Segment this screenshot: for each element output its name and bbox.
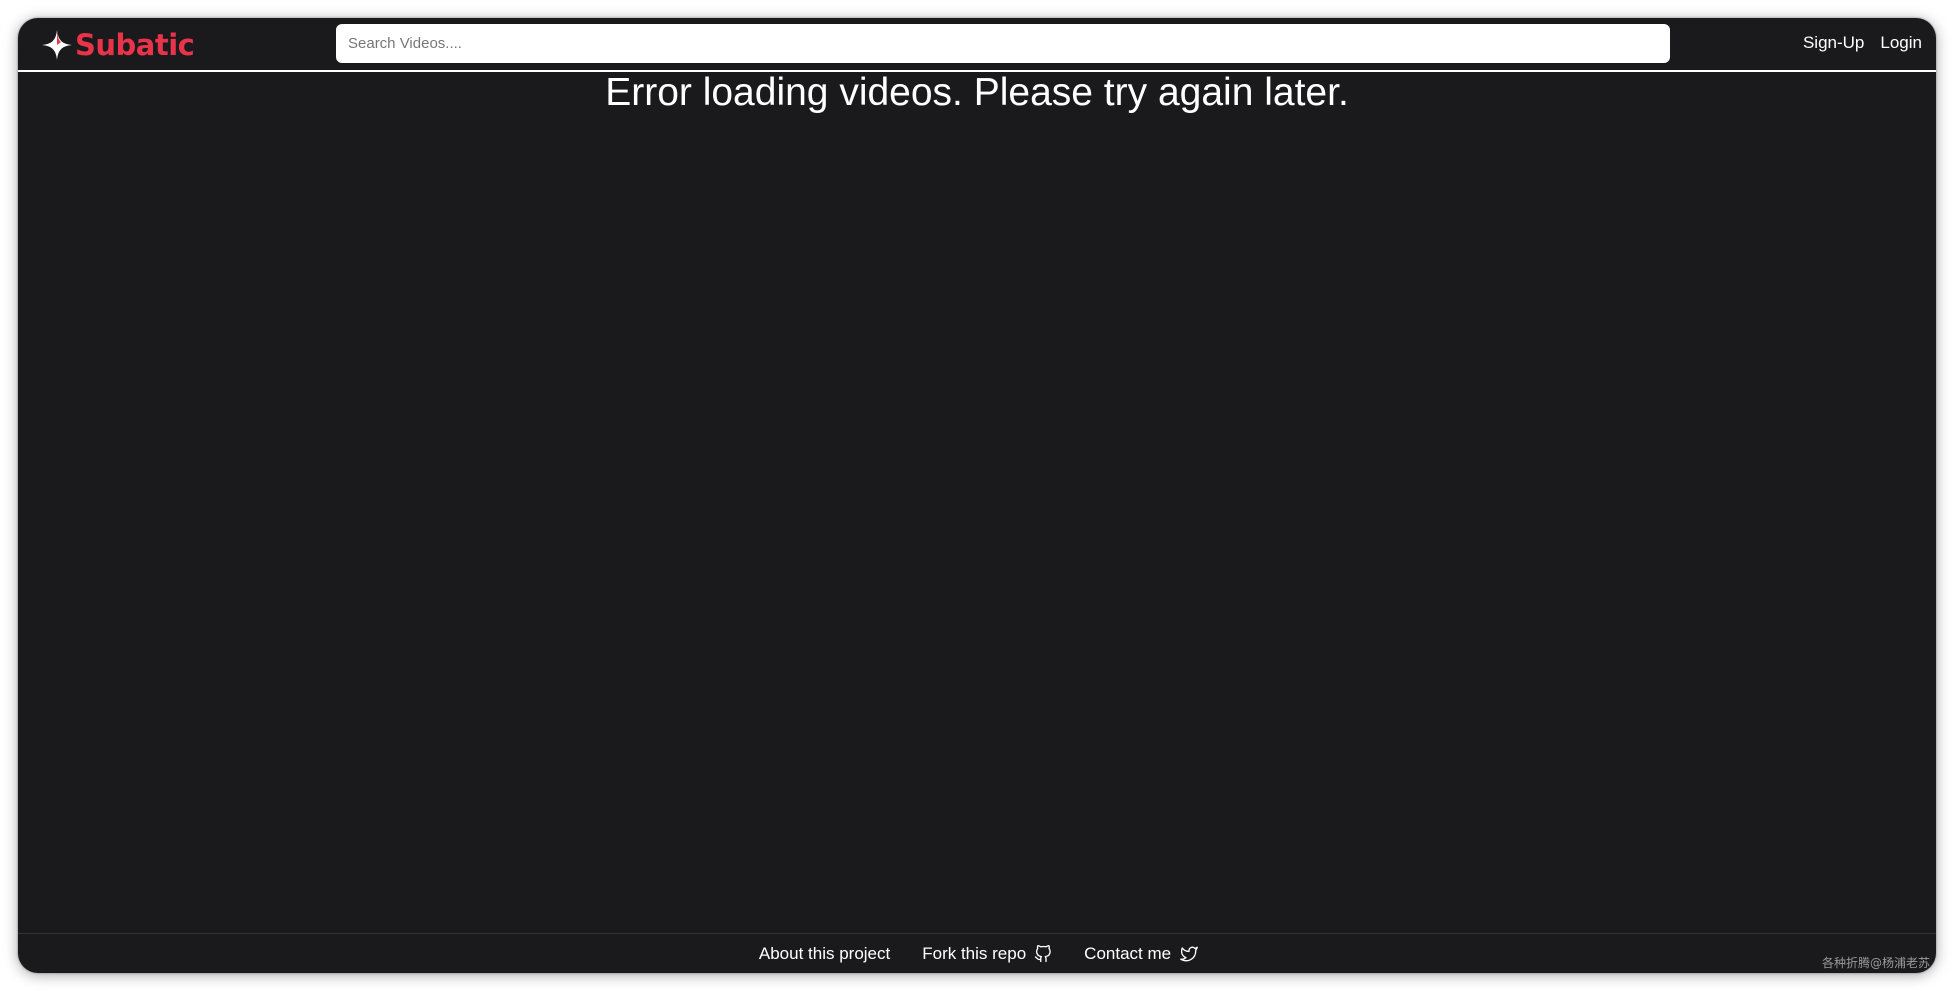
app-window: Subatic Sign-Up Login Error loading vide… — [18, 18, 1936, 973]
fork-label: Fork this repo — [922, 943, 1027, 963]
login-link[interactable]: Login — [1880, 33, 1922, 53]
twitter-icon — [1179, 945, 1199, 963]
github-icon — [1034, 944, 1052, 963]
search-input[interactable] — [336, 24, 1670, 63]
about-link[interactable]: About this project — [759, 944, 890, 964]
contact-link[interactable]: Contact me — [1084, 944, 1199, 964]
about-label: About this project — [758, 943, 891, 963]
watermark: 各种折腾@杨浦老苏 — [1821, 956, 1930, 970]
signup-link[interactable]: Sign-Up — [1803, 33, 1864, 53]
auth-links: Sign-Up Login — [1803, 33, 1922, 53]
error-message: Error loading videos. Please try again l… — [605, 71, 1349, 114]
brand-name: Subatic — [75, 28, 195, 62]
fork-repo-link[interactable]: Fork this repo — [922, 944, 1052, 964]
four-point-star-icon — [40, 28, 74, 62]
footer: About this project Fork this repo Contac… — [18, 933, 1936, 973]
navbar: Subatic Sign-Up Login — [18, 18, 1936, 72]
contact-label: Contact me — [1084, 943, 1172, 963]
brand-logo[interactable]: Subatic — [40, 28, 195, 62]
